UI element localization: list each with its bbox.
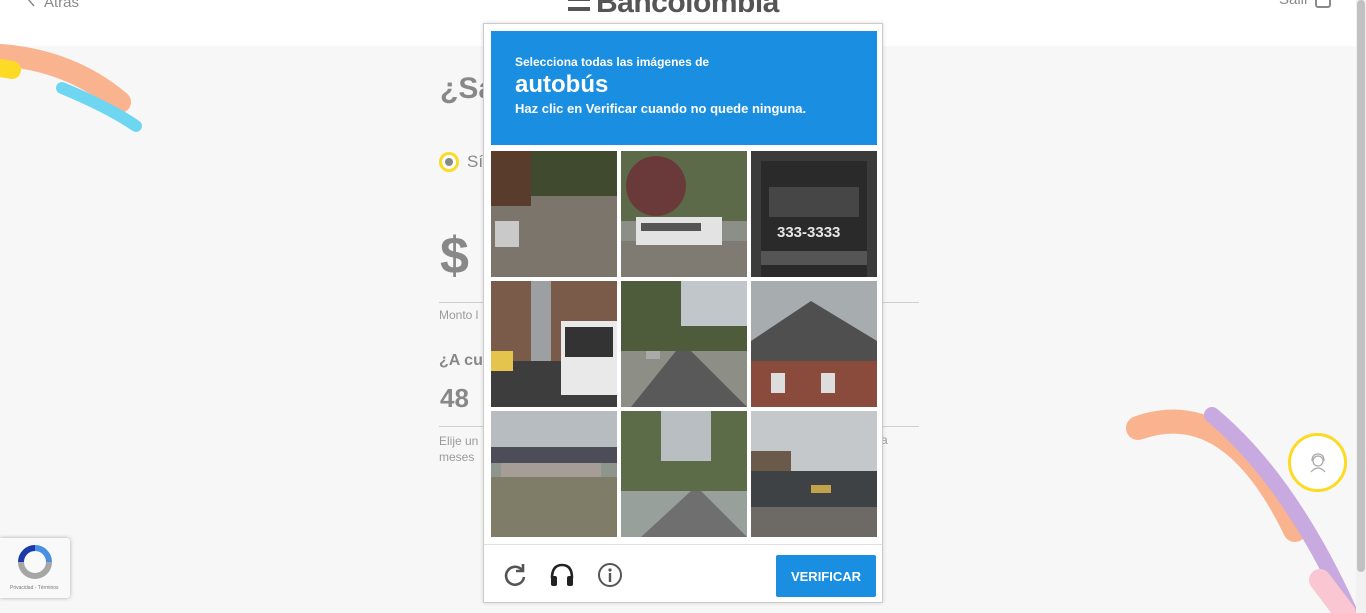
audio-headphones-icon[interactable] (549, 562, 575, 588)
captcha-tile-9[interactable] (751, 411, 877, 537)
captcha-instructions: Selecciona todas las imágenes de autobús… (491, 31, 877, 145)
captcha-instruction-text: Selecciona todas las imágenes de (515, 55, 710, 69)
recaptcha-terms[interactable]: Privacidad - Términos (10, 585, 59, 591)
captcha-tile-2[interactable] (621, 151, 747, 277)
bus-number-text: 333-3333 (777, 224, 840, 241)
captcha-tile-5[interactable] (621, 281, 747, 407)
yes-radio[interactable] (439, 152, 459, 172)
captcha-tile-4[interactable] (491, 281, 617, 407)
recaptcha-logo-icon (18, 545, 52, 579)
info-icon[interactable] (597, 562, 623, 588)
captcha-tile-8[interactable] (621, 411, 747, 537)
term-help: Elije un meses (439, 433, 478, 465)
term-help-line1: Elije un (439, 434, 479, 448)
captcha-footer: VERIFICAR (484, 544, 882, 603)
scrollbar-thumb[interactable] (1357, 0, 1365, 572)
captcha-sub-instruction: Haz clic en Verificar cuando no quede ni… (515, 101, 807, 116)
captcha-tile-1[interactable] (491, 151, 617, 277)
recaptcha-badge[interactable]: Privacidad - Términos (0, 538, 70, 598)
amount-caption: Monto l (439, 308, 479, 322)
term-help-line2: meses (439, 450, 475, 464)
verify-button[interactable]: VERIFICAR (776, 555, 876, 597)
captcha-tile-7[interactable] (491, 411, 617, 537)
captcha-tile-3[interactable]: 333-3333 (751, 151, 877, 277)
recaptcha-challenge: Selecciona todas las imágenes de autobús… (483, 23, 883, 603)
help-chat-button[interactable] (1288, 433, 1347, 492)
reload-icon[interactable] (502, 562, 528, 588)
advisor-headset-icon (1310, 453, 1326, 473)
yes-radio-label: Sí (467, 152, 484, 171)
captcha-tile-6[interactable] (751, 281, 877, 407)
term-input[interactable]: 48 (440, 383, 469, 414)
captcha-object: autobús (515, 71, 609, 98)
captcha-image-grid: 333-3333 (491, 151, 877, 537)
page-scrollbar[interactable] (1356, 0, 1366, 613)
